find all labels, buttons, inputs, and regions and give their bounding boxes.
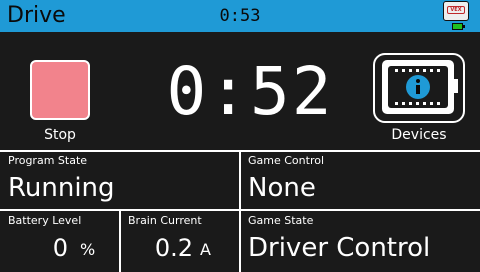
game-state-label: Game State [248, 214, 314, 227]
brain-current-unit: A [200, 240, 211, 259]
battery-level-unit: % [80, 240, 96, 259]
brain-current-label: Brain Current [128, 214, 202, 227]
battery-level-label: Battery Level [8, 214, 82, 227]
brain-current-value: 0.2 [154, 234, 193, 262]
divider-vertical-left [119, 209, 121, 272]
program-state-label: Program State [8, 154, 88, 167]
program-state-value: Running [8, 173, 115, 203]
stop-button[interactable] [30, 60, 90, 120]
game-control-label: Game Control [248, 154, 325, 167]
battery-level-value: 0 [52, 234, 68, 262]
vex-logo[interactable]: VEX [443, 1, 469, 21]
game-state-value: Driver Control [248, 233, 431, 263]
devices-button[interactable] [373, 53, 465, 123]
devices-label: Devices [391, 127, 447, 143]
header-timer: 0:53 [219, 6, 261, 26]
battery-tip [463, 25, 465, 28]
battery-icon [452, 23, 463, 30]
game-control-value: None [248, 173, 316, 203]
devices-icon [382, 60, 458, 114]
vex-logo-mark: VEX [447, 6, 465, 14]
divider-vertical-center [239, 150, 241, 272]
top-bar: Drive 0:53 VEX [0, 0, 480, 32]
stop-label: Stop [44, 127, 76, 143]
match-timer: 0:52 [166, 53, 334, 130]
